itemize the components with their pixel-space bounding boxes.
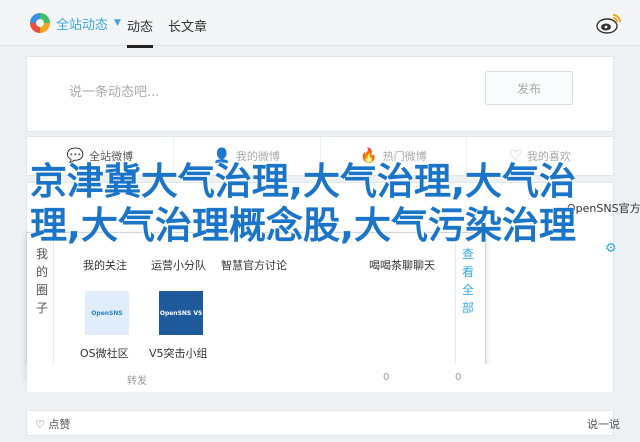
- caret-down-icon: ▼: [114, 18, 121, 28]
- thumb-label: OpenSNS: [91, 309, 123, 317]
- top-nav: 全站动态 ▼ 动态 长文章: [0, 0, 640, 48]
- group-item[interactable]: 喝喝茶聊聊天: [369, 257, 435, 273]
- headline-overlay: 京津冀大气治理,大气治理,大气治理,大气治理概念股,大气污染治理: [29, 160, 577, 247]
- say-something-button[interactable]: 说一说: [587, 416, 620, 432]
- v5-group-thumbnail[interactable]: OpenSNS V5: [159, 291, 203, 335]
- fav-label: 点赞: [48, 418, 71, 431]
- group-item[interactable]: 我的关注: [83, 257, 127, 273]
- group-item[interactable]: 智慧官方讨论: [221, 257, 287, 273]
- publish-button[interactable]: 发布: [485, 71, 573, 105]
- os-community-thumbnail[interactable]: OpenSNS: [85, 291, 129, 335]
- post-actions: 转发 0 0: [26, 364, 614, 392]
- group-item[interactable]: V5突击小组: [149, 345, 208, 361]
- like-count[interactable]: 0: [383, 372, 389, 383]
- weibo-icon[interactable]: [596, 12, 622, 34]
- bottom-bar: ♡ 点赞 说一说: [26, 410, 620, 436]
- view-all-link[interactable]: 查看全部: [461, 245, 475, 317]
- divider: [53, 241, 54, 369]
- circle-dropdown: 我的圈子 查看全部 我的关注 运营小分队 智慧官方讨论 喝喝茶聊聊天 OpenS…: [26, 232, 486, 378]
- composer-placeholder: 说一条动态吧...: [69, 85, 160, 100]
- comment-count[interactable]: 0: [455, 372, 461, 383]
- divider: [455, 241, 456, 369]
- tab-dynamic[interactable]: 动态: [127, 16, 154, 48]
- thumbs-up-button[interactable]: ♡ 点赞: [35, 416, 70, 432]
- thumb-label: OpenSNS V5: [159, 309, 203, 317]
- site-logo-icon: [30, 13, 50, 33]
- repost-button[interactable]: 转发: [127, 372, 147, 387]
- site-name: 全站动态: [56, 17, 109, 33]
- gear-icon[interactable]: ⚙: [605, 241, 617, 256]
- my-circles-label: 我的圈子: [35, 247, 48, 315]
- post-composer[interactable]: 说一条动态吧... 发布: [26, 56, 614, 132]
- tab-long-article[interactable]: 长文章: [168, 16, 207, 35]
- group-item[interactable]: OS微社区: [80, 345, 129, 361]
- site-switcher[interactable]: 全站动态 ▼: [30, 13, 121, 33]
- group-item[interactable]: 运营小分队: [151, 257, 206, 273]
